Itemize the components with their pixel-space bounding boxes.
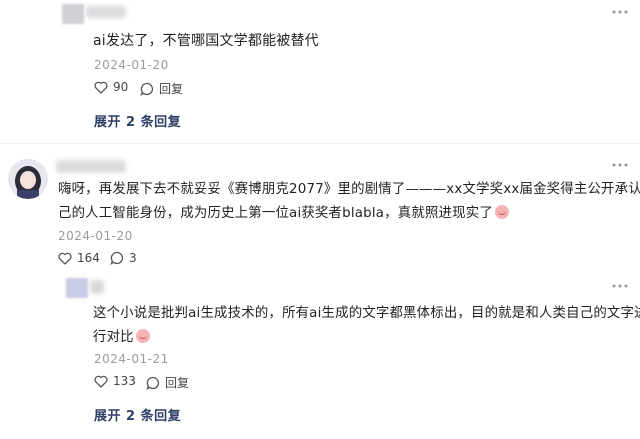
- comment-text: ai发达了，不管哪国文学都能被替代: [93, 33, 319, 49]
- comment-count: 3: [129, 251, 137, 265]
- like-button[interactable]: 133: [94, 374, 136, 388]
- comment-date: 2024-01-21: [94, 352, 169, 366]
- username[interactable]: [86, 6, 126, 18]
- like-count: 164: [77, 251, 100, 265]
- more-menu-icon[interactable]: [612, 10, 628, 14]
- heart-icon: [94, 375, 108, 388]
- comment-icon: [140, 82, 154, 96]
- comment-count-button[interactable]: 3: [110, 251, 137, 265]
- emoji-icon: [135, 329, 150, 343]
- comment-date: 2024-01-20: [58, 229, 133, 243]
- expand-replies-link[interactable]: 展开 2 条回复: [94, 405, 181, 424]
- avatar[interactable]: [8, 159, 48, 199]
- avatar[interactable]: [66, 278, 88, 298]
- comment-icon: [110, 251, 124, 265]
- username[interactable]: [56, 160, 126, 173]
- username[interactable]: [90, 280, 104, 294]
- like-button[interactable]: 164: [58, 251, 100, 265]
- comment-date: 2024-01-20: [94, 58, 169, 72]
- avatar[interactable]: [62, 4, 84, 24]
- reply-button[interactable]: 回复: [140, 80, 183, 97]
- reply-label: 回复: [165, 376, 190, 390]
- comment-text: 嗨呀，再发展下去不就妥妥《赛博朋克2077》里的剧情了———xx文学奖xx届金奖…: [58, 178, 640, 226]
- heart-icon: [94, 81, 108, 94]
- like-button[interactable]: 90: [94, 80, 128, 94]
- comment-icon: [146, 376, 160, 390]
- divider: [0, 143, 640, 144]
- comment-text-line: 己的人工智能身份，成为历史上第一位ai获奖者blabla，真就照进现实了: [58, 206, 493, 221]
- comment-text-line: 行对比: [93, 330, 134, 345]
- more-menu-icon[interactable]: [612, 163, 628, 167]
- reply-label: 回复: [159, 82, 184, 96]
- like-count: 90: [113, 80, 129, 94]
- more-menu-icon[interactable]: [612, 284, 628, 288]
- reply-button[interactable]: 回复: [146, 374, 189, 391]
- comment-text-line: 这个小说是批判ai生成技术的，所有ai生成的文字都黑体标出，目的就是和人类自己的…: [93, 306, 640, 321]
- expand-replies-link[interactable]: 展开 2 条回复: [94, 111, 181, 130]
- comment-text-line: 嗨呀，再发展下去不就妥妥《赛博朋克2077》里的剧情了———xx文学奖xx届金奖…: [58, 182, 640, 197]
- emoji-icon: [494, 205, 509, 219]
- like-count: 133: [113, 374, 136, 388]
- comment-text: 这个小说是批判ai生成技术的，所有ai生成的文字都黑体标出，目的就是和人类自己的…: [93, 302, 640, 350]
- heart-icon: [58, 252, 72, 265]
